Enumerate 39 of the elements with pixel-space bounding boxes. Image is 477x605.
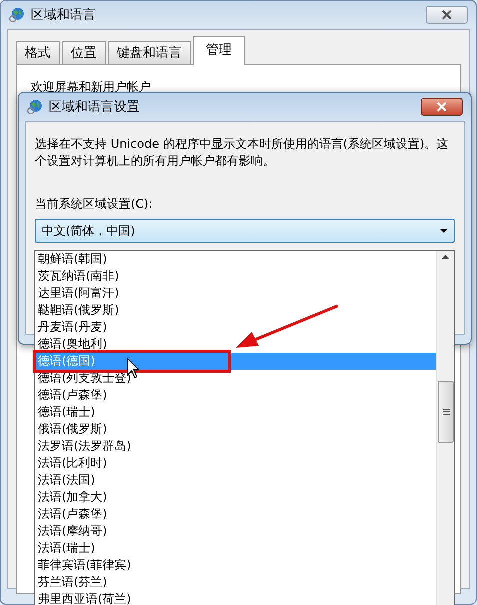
list-option[interactable]: 法罗语(法罗群岛): [35, 438, 436, 455]
list-option[interactable]: 法语(卢森堡): [35, 506, 436, 523]
close-icon: [437, 102, 447, 112]
list-option[interactable]: 德语(瑞士): [35, 404, 436, 421]
globe-icon: [9, 7, 25, 23]
list-option[interactable]: 法语(法国): [35, 472, 436, 489]
list-option[interactable]: 德语(奥地利): [35, 336, 436, 353]
dialog-title: 区域和语言设置: [49, 99, 141, 116]
list-option[interactable]: 朝鲜语(韩国): [35, 251, 436, 268]
list-option[interactable]: 茨瓦纳语(南非): [35, 268, 436, 285]
globe-icon: [27, 99, 43, 115]
list-option[interactable]: 法语(瑞士): [35, 540, 436, 557]
list-option[interactable]: 芬兰语(芬兰): [35, 574, 436, 591]
description-text: 选择在不支持 Unicode 的程序中显示文本时所使用的语言(系统区域设置)。这个设置对计算机上的所有用户帐户都有影响。: [35, 136, 450, 170]
list-option[interactable]: 弗里西亚语(荷兰): [35, 591, 436, 605]
dropdown-arrow-icon: [440, 229, 448, 233]
list-option[interactable]: 法语(比利时): [35, 455, 436, 472]
list-option[interactable]: 法语(摩纳哥): [35, 523, 436, 540]
list-option[interactable]: 法语(加拿大): [35, 489, 436, 506]
list-option[interactable]: 俄语(俄罗斯): [35, 421, 436, 438]
close-button[interactable]: [421, 98, 463, 116]
field-label: 当前系统区域设置(C):: [35, 196, 154, 213]
list-option[interactable]: 菲律宾语(菲律宾): [35, 557, 436, 574]
tab[interactable]: 键盘和语言: [108, 41, 191, 64]
list-option[interactable]: 丹麦语(丹麦): [35, 319, 436, 336]
window-title: 区域和语言: [31, 7, 97, 24]
list-option[interactable]: 德语(卢森堡): [35, 387, 436, 404]
tab[interactable]: 位置: [62, 41, 106, 64]
close-button[interactable]: [426, 6, 468, 24]
tab[interactable]: 管理: [193, 36, 245, 65]
scroll-thumb[interactable]: [438, 381, 454, 443]
close-icon: [442, 10, 452, 20]
tab[interactable]: 格式: [16, 41, 60, 64]
list-option[interactable]: 鞑靼语(俄罗斯): [35, 302, 436, 319]
list-option[interactable]: 达里语(阿富汗): [35, 285, 436, 302]
locale-dropdown[interactable]: 中文(简体，中国): [35, 219, 455, 243]
scrollbar[interactable]: [436, 251, 454, 605]
scroll-up-icon: [442, 255, 449, 259]
grip-icon: [442, 409, 450, 415]
